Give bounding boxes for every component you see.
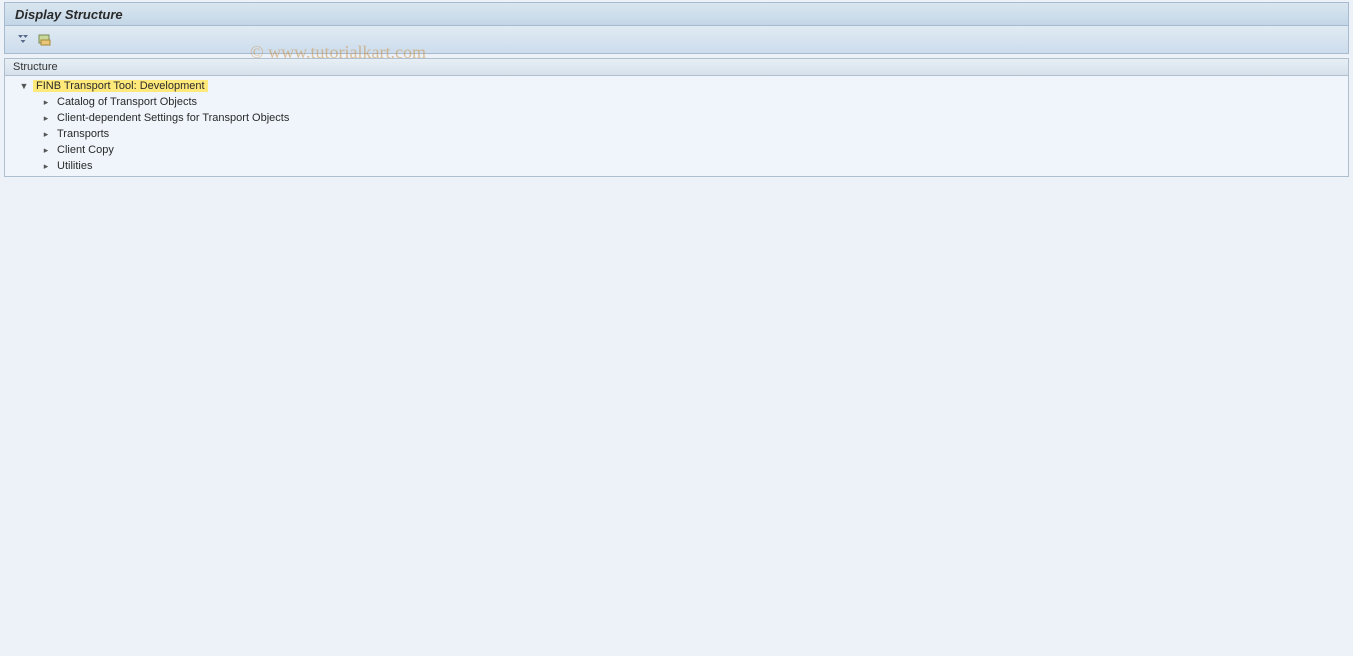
panel-header: Structure xyxy=(4,58,1349,76)
tree-item[interactable]: ▸ Transports xyxy=(5,126,1348,142)
chevron-right-icon[interactable]: ▸ xyxy=(41,129,51,139)
img-settings-icon[interactable] xyxy=(37,32,53,48)
chevron-down-icon[interactable]: ▼ xyxy=(19,81,29,91)
title-bar: Display Structure xyxy=(4,2,1349,26)
page-title: Display Structure xyxy=(15,7,123,22)
chevron-right-icon[interactable]: ▸ xyxy=(41,97,51,107)
toolbar xyxy=(4,26,1349,54)
tree-item[interactable]: ▸ Utilities xyxy=(5,158,1348,174)
chevron-right-icon[interactable]: ▸ xyxy=(41,161,51,171)
tree-item-label: Catalog of Transport Objects xyxy=(55,96,199,108)
tree-item-label: Transports xyxy=(55,128,111,140)
tree-item-label: Client Copy xyxy=(55,144,116,156)
chevron-right-icon[interactable]: ▸ xyxy=(41,145,51,155)
tree-root-label: FINB Transport Tool: Development xyxy=(33,80,208,92)
panel-header-label: Structure xyxy=(13,61,58,73)
tree-item[interactable]: ▸ Catalog of Transport Objects xyxy=(5,94,1348,110)
tree-item-label: Utilities xyxy=(55,160,94,172)
tree-item[interactable]: ▸ Client Copy xyxy=(5,142,1348,158)
tree-item[interactable]: ▸ Client-dependent Settings for Transpor… xyxy=(5,110,1348,126)
expand-all-icon[interactable] xyxy=(15,32,31,48)
content-area xyxy=(0,181,1353,656)
tree-root[interactable]: ▼ FINB Transport Tool: Development xyxy=(5,78,1348,94)
chevron-right-icon[interactable]: ▸ xyxy=(41,113,51,123)
tree-container: ▼ FINB Transport Tool: Development ▸ Cat… xyxy=(4,76,1349,177)
tree-item-label: Client-dependent Settings for Transport … xyxy=(55,112,291,124)
